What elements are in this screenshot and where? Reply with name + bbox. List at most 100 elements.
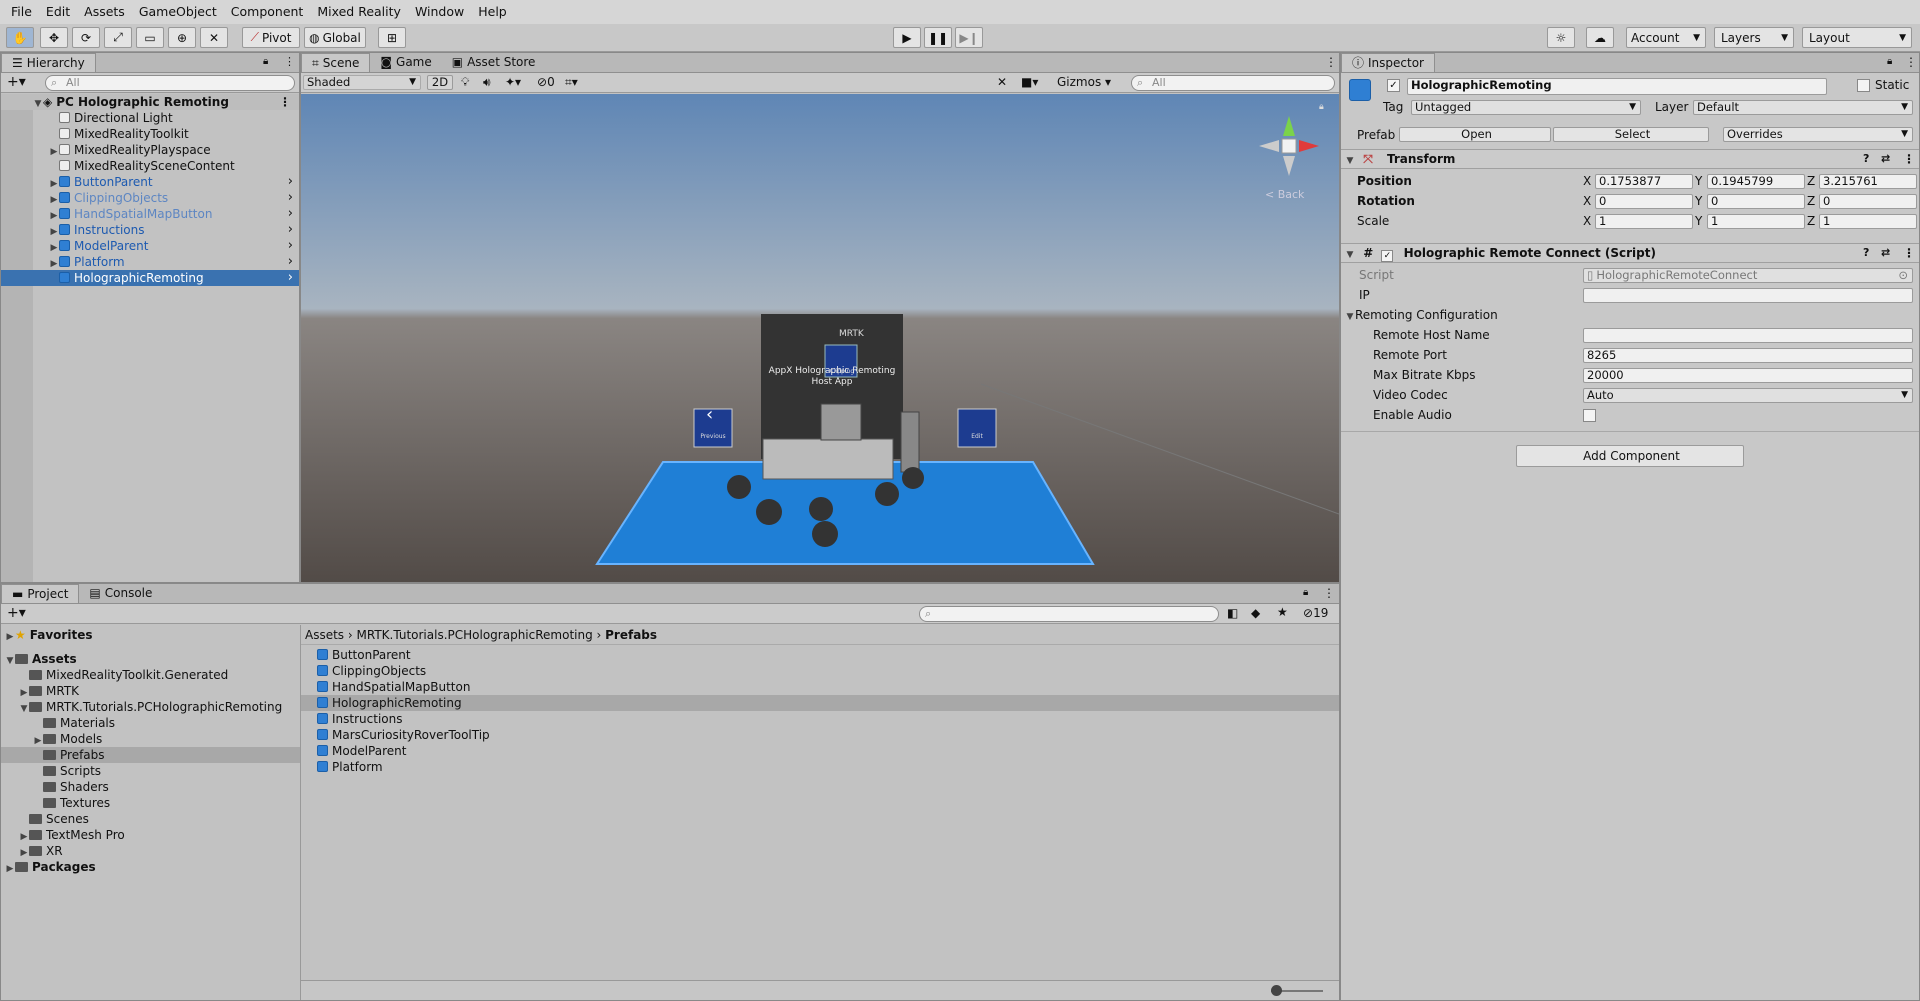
back-button[interactable]: < Back [1265, 188, 1304, 201]
lock-icon[interactable]: 🔒︎ [1303, 587, 1308, 598]
menu-mixed-reality[interactable]: Mixed Reality [310, 0, 408, 24]
layers-dropdown[interactable]: Layers ▼ [1714, 27, 1794, 48]
pivot-button[interactable]: ⟋ Pivot [242, 27, 300, 48]
tab-asset-store[interactable]: ▣ Asset Store [442, 53, 546, 72]
prefab-open-button[interactable]: Open [1399, 127, 1551, 142]
project-folder-item[interactable]: ▶ XR [1, 843, 300, 859]
tab-hierarchy[interactable]: ☰ Hierarchy [1, 53, 96, 72]
menu-assets[interactable]: Assets [77, 0, 132, 24]
breadcrumb-item[interactable]: Prefabs [605, 628, 657, 642]
transform-header[interactable]: ▼ ⤧ Transform ? ⇄ ⋮ [1341, 149, 1919, 169]
project-folder-item[interactable]: ▶ MRTK [1, 683, 300, 699]
breadcrumb-item[interactable]: MRTK.Tutorials.PCHolographicRemoting [357, 628, 593, 642]
project-folder-item[interactable]: ▶ Models [1, 731, 300, 747]
menu-component[interactable]: Component [224, 0, 311, 24]
chevron-right-icon[interactable]: › [288, 254, 293, 270]
hierarchy-item[interactable]: ▶ MixedRealityPlayspace [1, 142, 299, 158]
chevron-right-icon[interactable]: › [288, 206, 293, 222]
scene-row[interactable]: ▼ ◈ PC Holographic Remoting ⋮ [1, 94, 299, 110]
lock-icon[interactable]: 🔒︎ [263, 56, 268, 67]
hierarchy-search-input[interactable]: ⌕ All [45, 75, 295, 91]
services-icon[interactable]: ☼ [1547, 27, 1575, 48]
transform-scale-y-input[interactable]: 1 [1707, 214, 1805, 229]
target-icon[interactable]: ⊙ [1898, 269, 1908, 282]
enable-audio-checkbox[interactable] [1583, 409, 1596, 422]
preset-icon[interactable]: ⇄ [1881, 150, 1890, 168]
tools-icon[interactable]: ✕ [997, 75, 1007, 89]
overrides-dropdown[interactable]: Overrides ▼ [1723, 127, 1913, 142]
project-folder-item[interactable]: ▼ MRTK.Tutorials.PCHolographicRemoting [1, 699, 300, 715]
script-component-header[interactable]: ▼ # ✓ Holographic Remote Connect (Script… [1341, 243, 1919, 263]
kebab-menu-icon[interactable]: ⋮ [1323, 586, 1335, 600]
menu-file[interactable]: File [4, 0, 39, 24]
project-file-item[interactable]: ClippingObjects [301, 663, 1339, 679]
tab-console[interactable]: ▤ Console [79, 584, 162, 603]
add-component-button[interactable]: Add Component [1516, 445, 1744, 467]
chevron-right-icon[interactable]: › [288, 174, 293, 190]
remote-port-input[interactable]: 8265 [1583, 348, 1913, 363]
preset-icon[interactable]: ⇄ [1881, 244, 1890, 262]
project-file-item[interactable]: HandSpatialMapButton [301, 679, 1339, 695]
video-codec-dropdown[interactable]: Auto ▼ [1583, 388, 1913, 403]
scene-viewport[interactable]: MRTK AppX Holographic Remoting Host App … [301, 94, 1339, 582]
hierarchy-item[interactable]: MixedRealitySceneContent [1, 158, 299, 174]
project-folder-item[interactable]: MixedRealityToolkit.Generated [1, 667, 300, 683]
account-dropdown[interactable]: Account ▼ [1626, 27, 1706, 48]
tag-dropdown[interactable]: Untagged ▼ [1411, 100, 1641, 115]
object-name-field[interactable]: HolographicRemoting [1407, 78, 1827, 95]
hand-tool-icon[interactable]: ✋ [6, 27, 34, 48]
favorite-star-icon[interactable]: ★ [1277, 605, 1288, 619]
hierarchy-item[interactable]: ▶ Instructions › [1, 222, 299, 238]
project-file-item[interactable]: ButtonParent [301, 647, 1339, 663]
project-folder-item[interactable]: Materials [1, 715, 300, 731]
project-file-item[interactable]: HolographicRemoting [301, 695, 1339, 711]
project-folder-item[interactable]: ▶ ★ Favorites [1, 627, 300, 643]
menu-window[interactable]: Window [408, 0, 471, 24]
help-icon[interactable]: ? [1863, 244, 1869, 262]
camera-icon[interactable]: ■▾ [1021, 75, 1038, 89]
hierarchy-item[interactable]: ▶ ClippingObjects › [1, 190, 299, 206]
hierarchy-item[interactable]: MixedRealityToolkit [1, 126, 299, 142]
transform-rotation-y-input[interactable]: 0 [1707, 194, 1805, 209]
tab-scene[interactable]: ⌗ Scene [301, 53, 371, 72]
lock-icon[interactable]: 🔒︎ [1319, 102, 1324, 112]
custom-tool-icon[interactable]: ✕ [200, 27, 228, 48]
project-file-item[interactable]: Platform [301, 759, 1339, 775]
pause-button[interactable]: ❚❚ [924, 27, 952, 48]
scale-tool-icon[interactable]: ⤢ [104, 27, 132, 48]
chevron-right-icon[interactable]: › [288, 190, 293, 206]
menu-help[interactable]: Help [471, 0, 514, 24]
shading-dropdown[interactable]: Shaded ▼ [303, 75, 421, 90]
project-folder-item[interactable]: ▶ TextMesh Pro [1, 827, 300, 843]
prefab-select-button[interactable]: Select [1553, 127, 1709, 142]
filter-type-icon[interactable]: ◧ [1227, 606, 1238, 620]
add-icon[interactable]: +▾ [7, 605, 26, 621]
global-button[interactable]: ◍ Global [304, 27, 366, 48]
static-checkbox[interactable] [1857, 79, 1870, 92]
hidden-packages-icon[interactable]: ⊘19 [1303, 606, 1328, 620]
cloud-icon[interactable]: ☁ [1586, 27, 1614, 48]
kebab-menu-icon[interactable]: ⋮ [284, 55, 295, 68]
step-button[interactable]: ▶❙ [955, 27, 983, 48]
transform-rotation-z-input[interactable]: 0 [1819, 194, 1917, 209]
transform-scale-x-input[interactable]: 1 [1595, 214, 1693, 229]
effects-icon[interactable]: ✦▾ [505, 75, 521, 89]
kebab-menu-icon[interactable]: ⋮ [1905, 55, 1917, 69]
help-icon[interactable]: ? [1863, 150, 1869, 168]
bitrate-input[interactable]: 20000 [1583, 368, 1913, 383]
chevron-right-icon[interactable]: › [288, 270, 293, 286]
project-folder-item[interactable]: ▼ Assets [1, 651, 300, 667]
orientation-gizmo[interactable] [1259, 116, 1319, 176]
visibility-icon[interactable]: ⊘0 [537, 75, 555, 89]
hierarchy-item[interactable]: Directional Light [1, 110, 299, 126]
kebab-menu-icon[interactable]: ⋮ [1903, 150, 1915, 168]
menu-gameobject[interactable]: GameObject [132, 0, 224, 24]
transform-rotation-x-input[interactable]: 0 [1595, 194, 1693, 209]
move-tool-icon[interactable]: ✥ [40, 27, 68, 48]
project-search-input[interactable]: ⌕ [919, 606, 1219, 622]
project-file-item[interactable]: MarsCuriosityRoverToolTip [301, 727, 1339, 743]
breadcrumb-item[interactable]: Assets [305, 628, 344, 642]
remote-host-input[interactable] [1583, 328, 1913, 343]
gizmos-dropdown[interactable]: Gizmos ▾ [1057, 75, 1111, 89]
rect-tool-icon[interactable]: ▭ [136, 27, 164, 48]
